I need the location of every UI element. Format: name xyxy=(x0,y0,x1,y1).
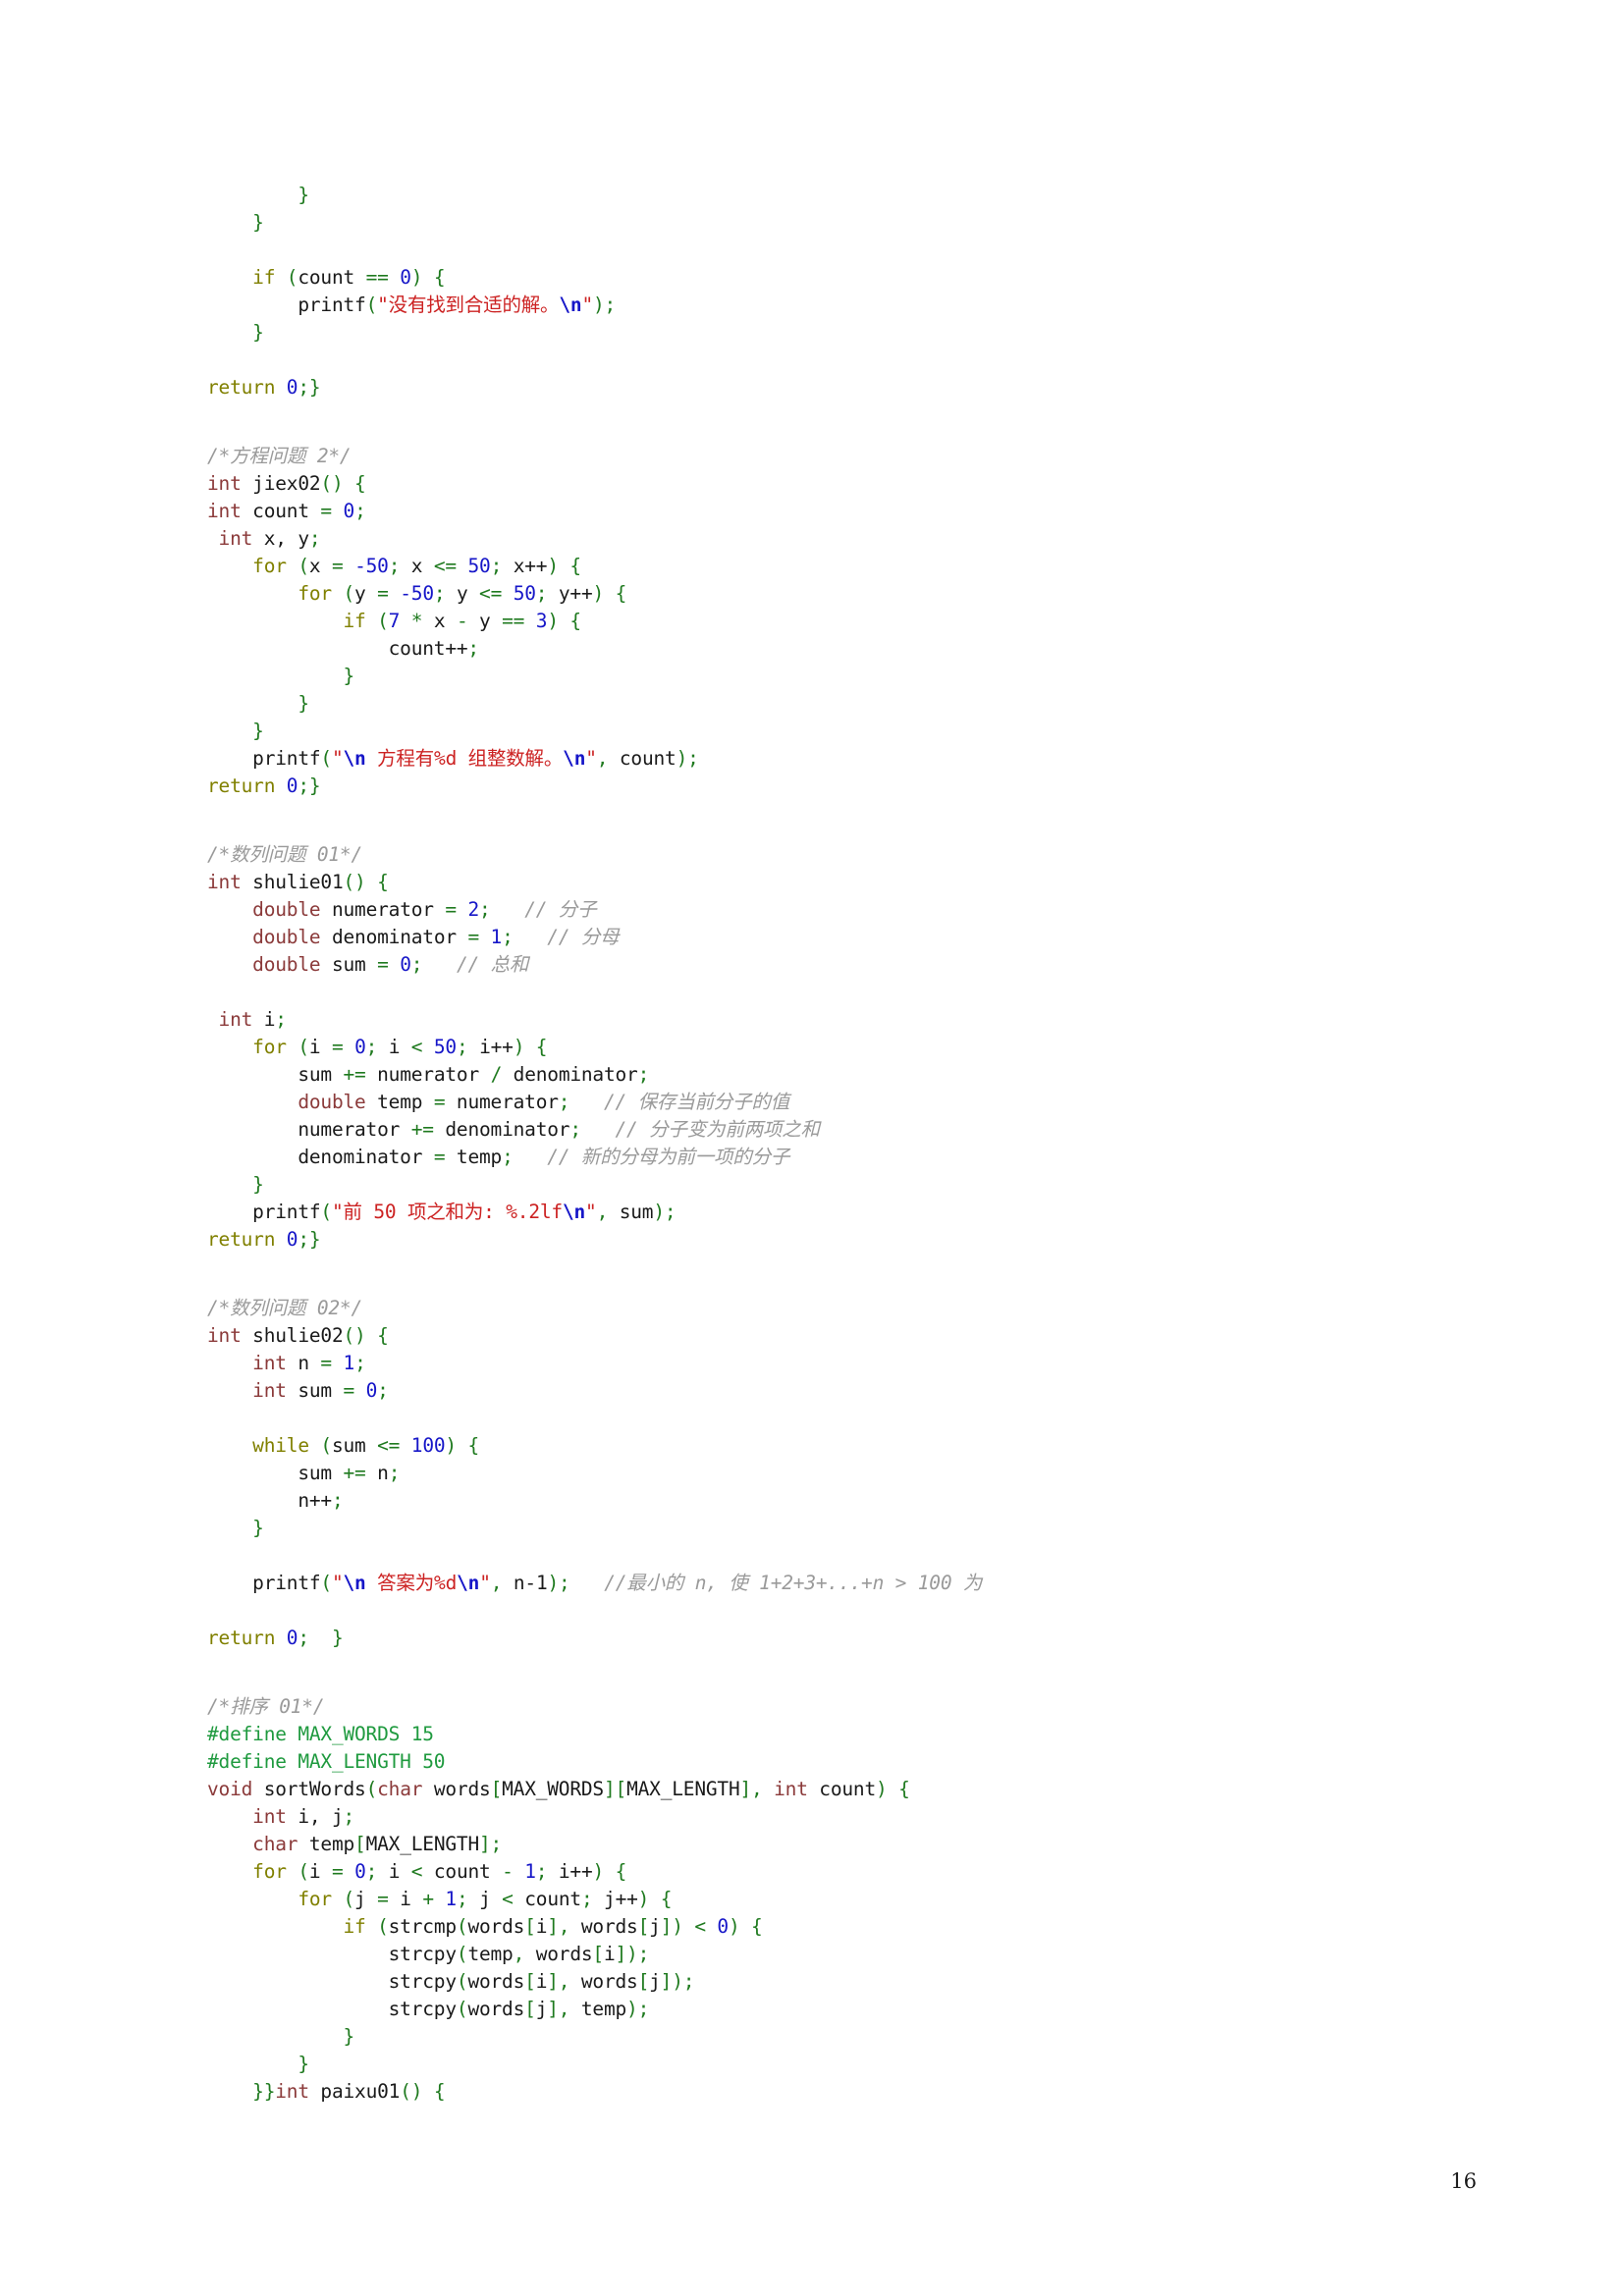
code-line: for (x = -50; x <= 50; x++) { xyxy=(207,555,581,577)
code-line: } xyxy=(207,2053,309,2075)
code-gap xyxy=(207,1542,1425,1570)
code-line: } xyxy=(207,720,264,742)
code-line: strcpy(words[i], words[j]); xyxy=(207,1970,695,1993)
code-line: sum += numerator / denominator; xyxy=(207,1063,650,1086)
code-line: return 0;} xyxy=(207,1228,321,1251)
code-line: if (count == 0) { xyxy=(207,266,446,289)
code-line: double temp = numerator; // 保存当前分子的值 xyxy=(207,1091,789,1113)
code-line: void sortWords(char words[MAX_WORDS][MAX… xyxy=(207,1778,910,1800)
code-gap xyxy=(207,1405,1425,1432)
code-line: } xyxy=(207,665,355,687)
code-line: } xyxy=(207,184,309,206)
code-line: printf("没有找到合适的解。\n"); xyxy=(207,294,617,316)
code-line: double numerator = 2; // 分子 xyxy=(207,898,597,921)
code-gap xyxy=(207,979,1425,1006)
code-line: printf("\n 方程有%d 组整数解。\n", count); xyxy=(207,747,699,770)
code-line: if (7 * x - y == 3) { xyxy=(207,610,581,632)
code-line: count++; xyxy=(207,637,480,660)
code-line: return 0; } xyxy=(207,1627,344,1649)
code-listing: } } if (count == 0) { printf("没有找到合适的解。\… xyxy=(207,182,1425,2106)
code-line: int sum = 0; xyxy=(207,1379,389,1402)
code-line: printf("前 50 项之和为: %.2lf\n", sum); xyxy=(207,1201,677,1223)
code-line-preprocessor: #define MAX_WORDS 15 xyxy=(207,1723,434,1745)
code-line: while (sum <= 100) { xyxy=(207,1434,480,1457)
code-line: int count = 0; xyxy=(207,500,366,522)
code-line: for (y = -50; y <= 50; y++) { xyxy=(207,582,627,605)
code-line: } xyxy=(207,2025,355,2048)
code-line: sum += n; xyxy=(207,1462,401,1484)
code-line: int i; xyxy=(218,1008,287,1031)
code-line: n++; xyxy=(207,1489,344,1512)
code-line: strcpy(temp, words[i]); xyxy=(207,1943,650,1965)
code-line: double sum = 0; // 总和 xyxy=(207,953,529,976)
code-line: int i, j; xyxy=(207,1805,355,1828)
code-line: int x, y; xyxy=(218,527,321,550)
code-line-preprocessor: #define MAX_LENGTH 50 xyxy=(207,1750,446,1773)
code-line-comment: /*数列问题 01*/ xyxy=(207,843,362,866)
code-line: if (strcmp(words[i], words[j]) < 0) { xyxy=(207,1915,763,1938)
code-line: int shulie01() { xyxy=(207,871,389,893)
code-line: for (i = 0; i < count - 1; i++) { xyxy=(207,1860,627,1883)
code-line: } xyxy=(207,321,264,344)
code-line: for (j = i + 1; j < count; j++) { xyxy=(207,1888,673,1910)
code-line-comment: /*方程问题 2*/ xyxy=(207,445,352,467)
code-line: for (i = 0; i < 50; i++) { xyxy=(207,1036,548,1058)
code-line: int n = 1; xyxy=(207,1352,366,1374)
code-line: char temp[MAX_LENGTH]; xyxy=(207,1833,503,1855)
code-line: } xyxy=(207,1517,264,1539)
code-gap xyxy=(207,1652,1425,1693)
code-line: numerator += denominator; // 分子变为前两项之和 xyxy=(207,1118,820,1141)
page-number: 16 xyxy=(1450,2169,1477,2193)
code-line-comment: /*数列问题 02*/ xyxy=(207,1297,362,1319)
document-page: } } if (count == 0) { printf("没有找到合适的解。\… xyxy=(0,0,1624,2296)
code-gap xyxy=(207,800,1425,841)
code-gap xyxy=(207,347,1425,374)
code-line: } xyxy=(207,211,264,234)
code-line-comment: /*排序 01*/ xyxy=(207,1695,325,1718)
code-line: int jiex02() { xyxy=(207,472,366,495)
code-line: strcpy(words[j], temp); xyxy=(207,1998,650,2020)
code-line: }}int paixu01() { xyxy=(207,2080,446,2103)
code-gap xyxy=(207,1597,1425,1625)
code-gap xyxy=(207,1254,1425,1295)
code-line: double denominator = 1; // 分母 xyxy=(207,926,620,948)
code-gap xyxy=(207,401,1425,443)
code-line: printf("\n 答案为%d\n", n-1); //最小的 n, 使 1+… xyxy=(207,1572,983,1594)
code-gap xyxy=(207,237,1425,264)
code-line: return 0;} xyxy=(207,376,321,399)
code-line: int shulie02() { xyxy=(207,1324,389,1347)
code-line: } xyxy=(207,1173,264,1196)
code-line: return 0;} xyxy=(207,774,321,797)
code-line: } xyxy=(207,692,309,715)
code-line: denominator = temp; // 新的分母为前一项的分子 xyxy=(207,1146,790,1168)
